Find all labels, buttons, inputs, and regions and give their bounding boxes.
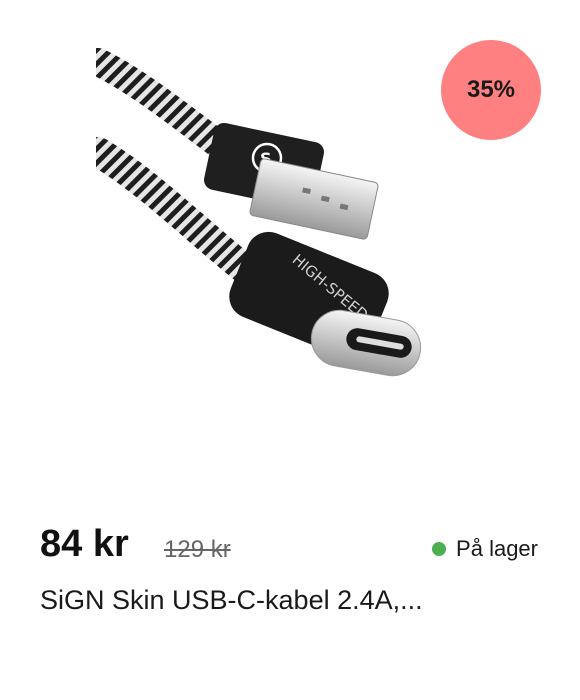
product-title-link[interactable]: SiGN Skin USB-C-kabel 2.4A,... [40,585,540,616]
stock-status: På lager [432,536,538,562]
product-card[interactable]: S HIGH-SPEED 35% 84 kr 129 kr På lager S… [0,0,580,700]
current-price: 84 kr [40,523,129,565]
price-row: 84 kr 129 kr På lager [40,523,540,573]
original-price: 129 kr [164,536,231,563]
product-image[interactable]: S HIGH-SPEED [96,40,480,430]
in-stock-dot-icon [432,542,447,556]
discount-badge: 35% [441,40,541,140]
stock-status-label: På lager [456,536,538,561]
